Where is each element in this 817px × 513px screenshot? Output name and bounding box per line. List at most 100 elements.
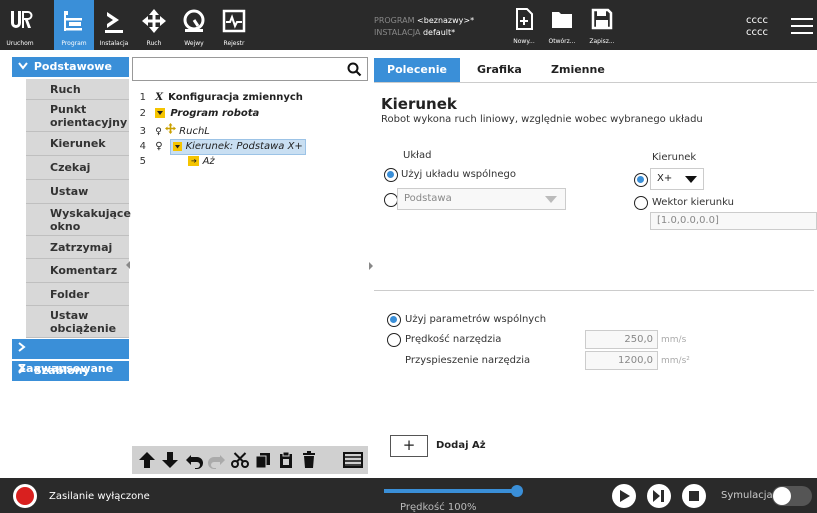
installation-icon xyxy=(105,12,123,33)
power-button[interactable] xyxy=(13,484,37,508)
direction-select[interactable]: X+ xyxy=(650,168,704,190)
speed-slider-knob[interactable] xyxy=(511,485,523,497)
tree-node-movel[interactable]: 3 ♀ RuchL xyxy=(132,123,210,137)
copy-icon[interactable] xyxy=(254,451,272,469)
use-shared-params-radio[interactable] xyxy=(387,313,401,327)
chevron-right-icon xyxy=(18,361,30,381)
collapse-left-handle-icon[interactable] xyxy=(125,260,131,270)
cmd-popup[interactable]: Wyskakujące okno xyxy=(26,204,131,236)
tool-speed-radio[interactable] xyxy=(387,333,401,347)
direction-select-value: X+ xyxy=(657,173,673,184)
cmd-halt[interactable]: Zatrzymaj xyxy=(26,236,129,259)
open-program-label: Otwórz... xyxy=(548,38,576,45)
new-program-button[interactable]: Nowy... xyxy=(504,0,544,50)
simulation-toggle[interactable] xyxy=(772,486,812,506)
program-icon xyxy=(64,11,82,31)
save-icon xyxy=(591,8,613,30)
direction-axis-radio[interactable] xyxy=(634,173,648,187)
tree-node-direction[interactable]: 4 ♀ Kierunek: Podstawa X+ xyxy=(132,139,306,155)
play-button[interactable] xyxy=(612,484,636,508)
redo-icon[interactable] xyxy=(208,451,226,469)
speed-label: Prędkość 100% xyxy=(400,502,477,513)
tab-variables-label: Zmienne xyxy=(551,63,605,76)
line-number: 2 xyxy=(139,108,146,119)
paste-icon[interactable] xyxy=(277,451,295,469)
tool-accel-field[interactable]: 1200,0 xyxy=(585,351,658,370)
nav-installation-label: Instalacja xyxy=(99,40,129,47)
tree-node-variables-setup[interactable]: 1 X Konfiguracja zmiennych xyxy=(132,91,303,105)
category-basic[interactable]: Podstawowe xyxy=(12,57,129,77)
line-number: 5 xyxy=(139,156,146,167)
tab-variables[interactable]: Zmienne xyxy=(551,58,605,82)
cmd-set-label: Ustaw xyxy=(50,185,89,198)
undo-icon[interactable] xyxy=(185,451,203,469)
page-description: Robot wykona ruch liniowy, względnie wob… xyxy=(381,114,703,125)
program-triangle-icon xyxy=(155,108,166,118)
cmd-wait-label: Czekaj xyxy=(50,161,91,174)
move-icon xyxy=(142,9,166,33)
cmd-move[interactable]: Ruch xyxy=(26,79,129,100)
custom-frame-radio[interactable] xyxy=(384,193,398,207)
direction-vector-radio[interactable] xyxy=(634,196,648,210)
cmd-comment[interactable]: Komentarz xyxy=(26,259,129,283)
step-button[interactable] xyxy=(647,484,671,508)
tab-bar: Polecenie Grafika Zmienne xyxy=(374,58,817,83)
frame-select[interactable]: Podstawa xyxy=(397,188,566,210)
nav-installation[interactable]: Instalacja xyxy=(94,0,134,50)
nav-move-label: Ruch xyxy=(146,40,162,47)
cmd-set-payload[interactable]: Ustaw obciążenie xyxy=(26,306,129,338)
use-shared-frame-radio[interactable] xyxy=(384,168,398,182)
category-advanced[interactable]: Zaawansowane xyxy=(12,339,129,375)
cmd-folder-label: Folder xyxy=(50,287,90,301)
open-program-button[interactable]: Otwórz... xyxy=(542,0,582,50)
use-shared-frame-label: Użyj układu wspólnego xyxy=(401,169,516,180)
tree-search-input[interactable] xyxy=(132,57,368,81)
add-until-button[interactable]: + xyxy=(390,435,428,457)
cmd-folder[interactable]: Folder xyxy=(26,283,129,306)
tool-speed-value: 250,0 xyxy=(624,334,653,345)
save-program-label: Zapisz... xyxy=(589,38,615,45)
hamburger-menu-icon[interactable] xyxy=(791,18,813,34)
cmd-wait[interactable]: Czekaj xyxy=(26,156,129,180)
cmd-waypoint-label: Punkt orientacyjny xyxy=(50,102,128,129)
tree-node-until[interactable]: 5 ➔ Aż xyxy=(132,155,215,169)
simulation-toggle-knob xyxy=(773,487,791,505)
new-file-icon xyxy=(516,8,533,30)
bottom-bar: Zasilanie wyłączone Prędkość 100% Symula… xyxy=(0,478,817,513)
tree-node-label: Konfiguracja zmiennych xyxy=(168,92,303,103)
chevron-right-icon xyxy=(18,339,30,359)
cut-icon[interactable] xyxy=(231,451,249,469)
move-down-icon[interactable] xyxy=(161,451,179,469)
cmd-waypoint[interactable]: Punkt orientacyjny xyxy=(26,100,129,132)
tab-graphics[interactable]: Grafika xyxy=(477,58,522,82)
delete-icon[interactable] xyxy=(300,451,318,469)
move-up-icon[interactable] xyxy=(138,451,156,469)
cmd-set[interactable]: Ustaw xyxy=(26,180,129,204)
stop-button[interactable] xyxy=(682,484,706,508)
suppress-icon[interactable] xyxy=(343,451,363,469)
tool-accel-value: 1200,0 xyxy=(618,355,653,366)
nav-move[interactable]: Ruch xyxy=(134,0,174,50)
search-icon[interactable] xyxy=(347,62,362,77)
nav-io[interactable]: Wejwy xyxy=(174,0,214,50)
nav-program[interactable]: Program xyxy=(54,0,94,50)
cmd-popup-label: Wyskakujące okno xyxy=(50,206,131,233)
installation-name: default* xyxy=(422,28,456,37)
frame-select-value: Podstawa xyxy=(404,193,452,204)
cmd-direction-label: Kierunek xyxy=(50,137,106,150)
tree-node-robot-program[interactable]: 2 Program robota xyxy=(132,107,259,121)
speed-slider-track[interactable] xyxy=(384,485,523,497)
use-shared-params-label: Użyj parametrów wspólnych xyxy=(405,314,547,325)
tab-command[interactable]: Polecenie xyxy=(374,58,460,82)
direction-vector-field[interactable]: [1.0,0.0,0.0] xyxy=(650,212,817,230)
save-program-button[interactable]: Zapisz... xyxy=(582,0,622,50)
nav-log[interactable]: Rejestr xyxy=(214,0,254,50)
stop-icon xyxy=(689,491,699,501)
cmd-direction[interactable]: Kierunek xyxy=(26,132,129,156)
nav-run[interactable]: Uruchom xyxy=(0,0,40,50)
collapse-right-handle-icon[interactable] xyxy=(368,261,374,271)
tool-accel-label: Przyspieszenie narzędzia xyxy=(405,355,531,366)
tool-speed-field[interactable]: 250,0 xyxy=(585,330,658,349)
nav-program-label: Program xyxy=(61,40,87,47)
move-cross-icon xyxy=(164,123,176,139)
